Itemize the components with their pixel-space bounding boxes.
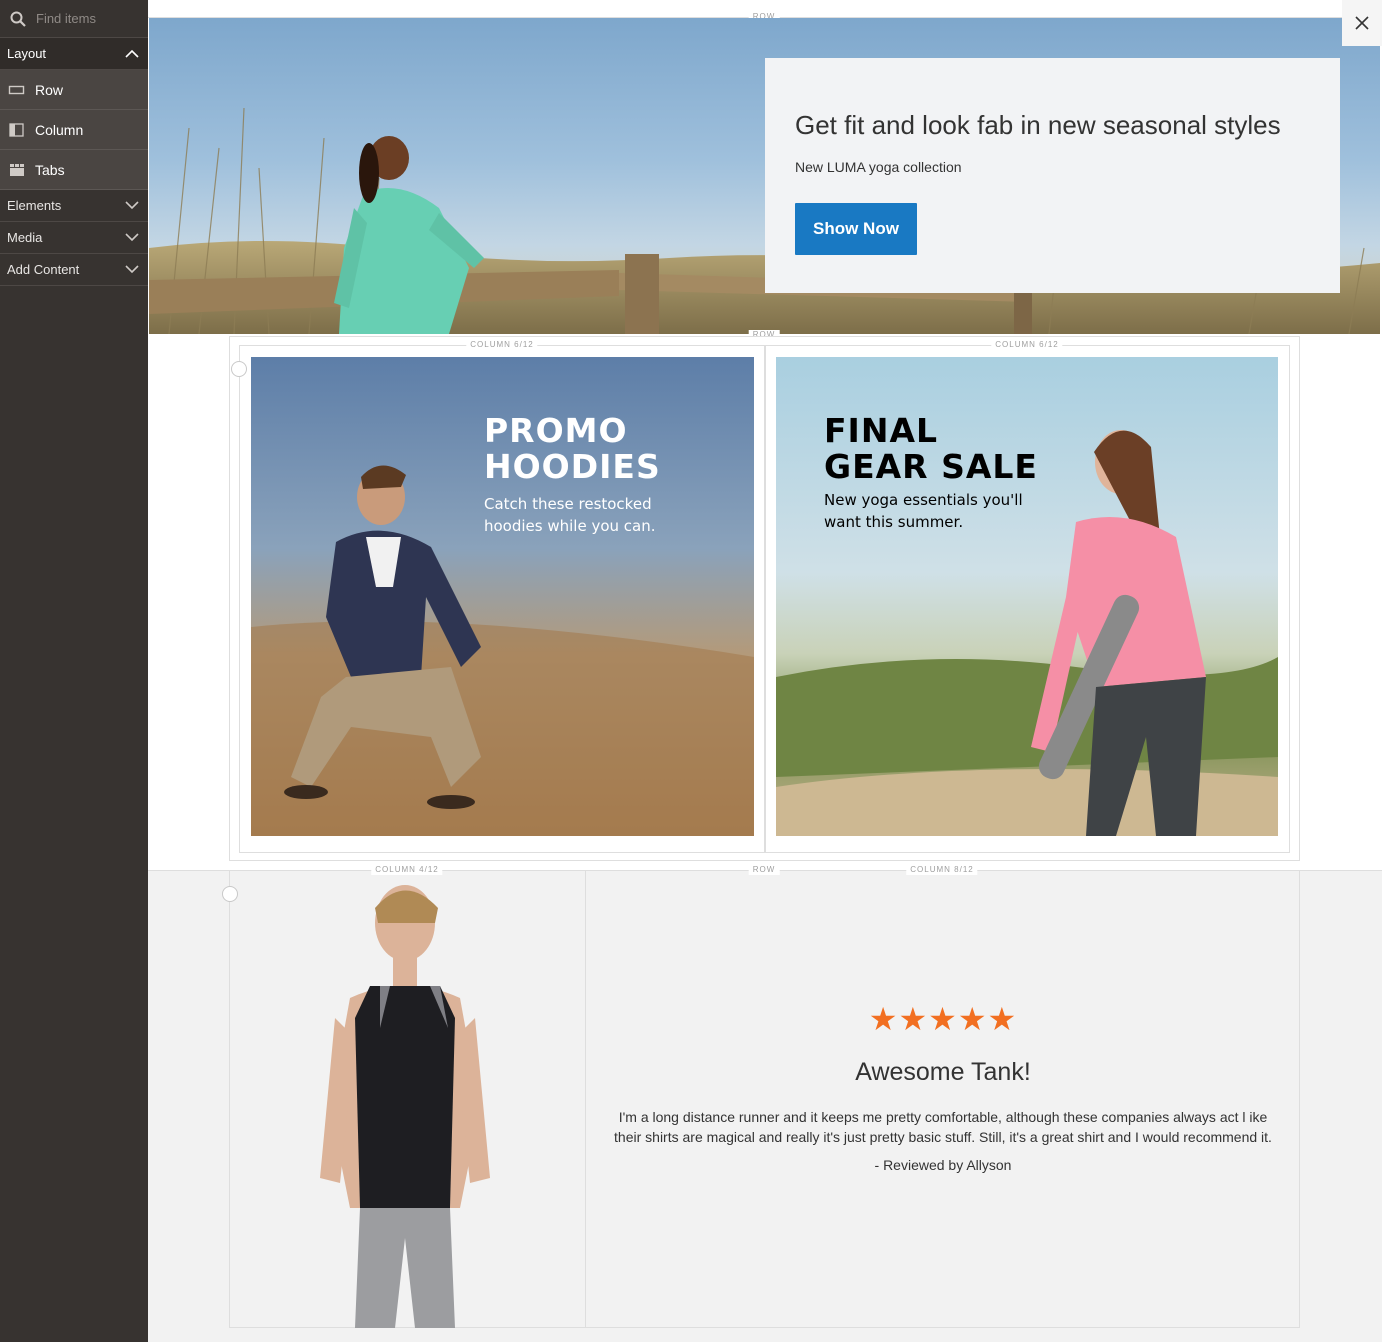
promo-text-line: want this summer. [824,513,964,531]
group-header-elements[interactable]: Elements [0,190,148,222]
layout-item-column[interactable]: Column [0,110,148,150]
search-icon [10,11,26,27]
drag-handle[interactable] [222,886,238,902]
row-icon [8,85,25,94]
column-label: COLUMN 8/12 [906,865,978,875]
promo-text-line: hoodies while you can. [484,517,656,535]
promo-hoodies-banner[interactable]: PROMO HOODIES Catch these restocked hood… [251,357,754,836]
promo-title-line: HOODIES [484,447,661,486]
show-now-button[interactable]: Show Now [795,203,917,255]
promo-title-line: PROMO [484,411,628,450]
search-input[interactable] [34,10,138,27]
chevron-down-icon [125,265,139,274]
review-title: Awesome Tank! [855,1058,1031,1086]
review-block: ★★★★★ Awesome Tank! I'm a long distance … [586,1000,1300,1173]
tabs-icon [10,163,24,176]
layout-item-row[interactable]: Row [0,70,148,110]
close-icon [1355,16,1369,30]
chevron-down-icon [125,233,139,242]
promo-title-line: FINAL [824,411,939,450]
search-bar [0,0,148,38]
row-label: ROW [748,865,780,875]
hero-banner: Get fit and look fab in new seasonal sty… [149,18,1380,334]
layout-item-label: Row [35,81,64,98]
layout-item-label: Column [35,121,84,138]
review-body: I'm a long distance runner and it keeps … [593,1107,1293,1147]
promo-text-line: Catch these restocked [484,495,652,513]
layout-item-label: Tabs [35,161,65,178]
tank-top-product-image [320,885,490,1328]
promo-title-line: GEAR SALE [824,447,1038,486]
drag-handle[interactable] [231,361,247,377]
group-label: Layout [7,46,47,61]
promo-hoodies-text: Catch these restocked hoodies while you … [484,493,656,537]
final-gear-sale-banner[interactable]: FINAL GEAR SALE New yoga essentials you'… [776,357,1278,836]
hero-content-card: Get fit and look fab in new seasonal sty… [765,58,1340,293]
column-label: COLUMN 6/12 [466,340,538,350]
column-icon [9,122,24,137]
final-gear-sale-title: FINAL GEAR SALE [824,413,1038,485]
chevron-up-icon [125,49,139,58]
hero-subtitle: New LUMA yoga collection [795,159,962,175]
chevron-down-icon [125,201,139,210]
close-button[interactable] [1342,0,1382,46]
group-label: Media [7,230,43,245]
column-label: COLUMN 4/12 [371,865,443,875]
review-body-line: I'm a long distance runner and it keeps … [618,1109,1268,1125]
group-header-layout[interactable]: Layout [0,38,148,70]
sidebar: Layout Row Column Tabs Elements Media Ad… [0,0,148,1342]
review-body-line: their shirts are magical and really it's… [614,1129,1272,1145]
group-label: Elements [7,198,62,213]
layout-item-tabs[interactable]: Tabs [0,150,148,190]
group-label: Add Content [7,262,80,277]
bottom-row: ★★★★★ Awesome Tank! I'm a long distance … [148,870,1382,1342]
group-header-media[interactable]: Media [0,222,148,254]
promo-hoodies-title: PROMO HOODIES [484,413,661,485]
group-header-add-content[interactable]: Add Content [0,254,148,286]
final-gear-sale-text: New yoga essentials you'll want this sum… [824,489,1023,533]
stage: ROW Get fit and look fab in new seasonal… [148,0,1382,1342]
hero-title: Get fit and look fab in new seasonal sty… [795,110,1281,140]
column-label: COLUMN 6/12 [991,340,1063,350]
review-byline: - Reviewed by Allyson [874,1157,1012,1173]
promo-text-line: New yoga essentials you'll [824,491,1023,509]
rating-stars: ★★★★★ [868,1001,1018,1037]
